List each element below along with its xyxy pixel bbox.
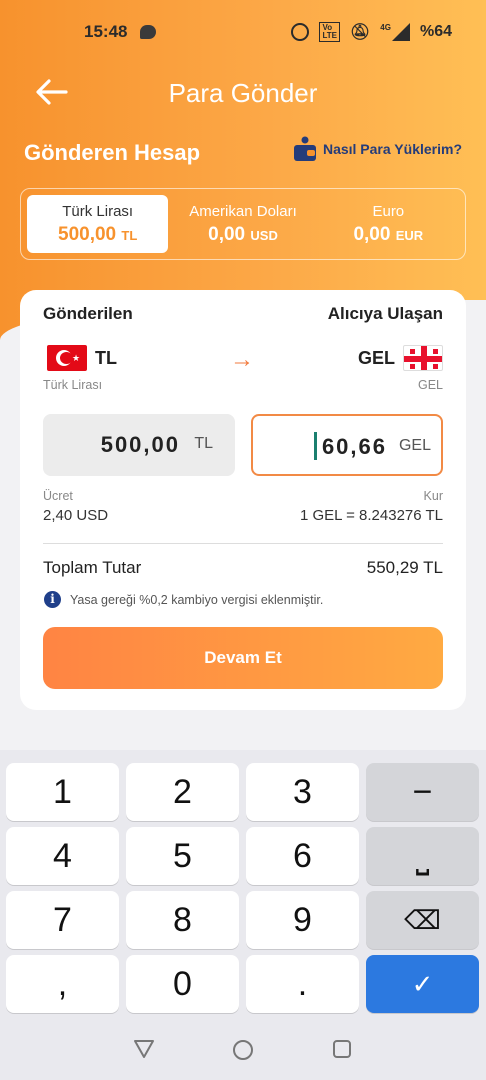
nav-recents-icon[interactable] xyxy=(332,1039,352,1059)
total-value: 550,29 TL xyxy=(366,558,443,577)
alarm-icon xyxy=(291,23,310,41)
to-currency-code: GEL xyxy=(357,348,395,368)
from-currency-code: TL xyxy=(95,348,117,368)
continue-button[interactable]: Devam Et xyxy=(43,627,443,689)
receive-amount-currency: GEL xyxy=(398,437,431,454)
status-icons: Vo LTE 🔕︎ 4G %64 xyxy=(291,22,452,42)
total-label: Toplam Tutar xyxy=(43,558,142,577)
system-nav-bar xyxy=(0,1015,486,1080)
info-icon: i xyxy=(44,591,61,608)
account-balance: 0,00 EUR xyxy=(353,224,424,245)
key-minus[interactable]: − xyxy=(366,763,479,821)
key-space[interactable]: ⎵ xyxy=(366,827,479,885)
account-balance: 0,00 USD xyxy=(208,224,278,245)
mute-icon: 🔕︎ xyxy=(349,24,371,41)
text-cursor xyxy=(314,432,317,460)
fee-label: Ücret xyxy=(43,489,73,503)
key-1[interactable]: 1 xyxy=(6,763,119,821)
arrow-right-icon: → xyxy=(230,346,254,373)
rate-value: 1 GEL = 8.243276 TL xyxy=(299,507,443,524)
account-name: Euro xyxy=(372,203,405,220)
key-comma[interactable]: , xyxy=(6,955,119,1013)
key-2[interactable]: 2 xyxy=(126,763,239,821)
account-selector: Türk Lirası 500,00 TL Amerikan Doları 0,… xyxy=(20,188,466,260)
network-label: 4G xyxy=(380,23,391,32)
key-0[interactable]: 0 xyxy=(126,955,239,1013)
sender-account-title: Gönderen Hesap xyxy=(24,140,201,165)
volte-icon: Vo LTE xyxy=(319,22,340,42)
battery-level: %64 xyxy=(419,23,452,40)
key-5[interactable]: 5 xyxy=(126,827,239,885)
nav-home-icon[interactable] xyxy=(232,1039,254,1061)
georgia-flag-icon xyxy=(403,345,443,371)
key-3[interactable]: 3 xyxy=(246,763,359,821)
key-8[interactable]: 8 xyxy=(126,891,239,949)
send-amount-field[interactable]: 500,00 TL xyxy=(43,414,235,476)
message-icon xyxy=(140,25,156,39)
divider xyxy=(43,543,443,544)
fee-value: 2,40 USD xyxy=(43,507,109,524)
to-currency-name: GEL xyxy=(417,378,443,392)
key-4[interactable]: 4 xyxy=(6,827,119,885)
account-balance: 500,00 TL xyxy=(58,224,138,245)
key-7[interactable]: 7 xyxy=(6,891,119,949)
turkey-flag-icon: ★ xyxy=(47,345,87,371)
key-6[interactable]: 6 xyxy=(246,827,359,885)
receive-amount-value: 60,66 xyxy=(321,434,387,459)
sent-label: Gönderilen xyxy=(43,304,133,323)
rate-label: Kur xyxy=(423,489,443,503)
nav-back-icon[interactable] xyxy=(133,1039,155,1059)
account-name: Amerikan Doları xyxy=(189,203,297,220)
status-time: 15:48 xyxy=(84,22,128,41)
account-name: Türk Lirası xyxy=(62,203,134,220)
account-eur[interactable]: Euro 0,00 EUR xyxy=(318,195,459,253)
numeric-keyboard: 1 2 3 − 4 5 6 ⎵ 7 8 9 ⌫ , 0 . ✓ xyxy=(0,750,486,1015)
receive-amount-field[interactable]: 60,66 GEL xyxy=(251,414,443,476)
key-done[interactable]: ✓ xyxy=(366,955,479,1013)
key-backspace[interactable]: ⌫ xyxy=(366,891,479,949)
key-period[interactable]: . xyxy=(246,955,359,1013)
account-try[interactable]: Türk Lirası 500,00 TL xyxy=(27,195,169,253)
page-title: Para Gönder xyxy=(168,78,318,108)
status-bar: 15:48 Vo LTE 🔕︎ 4G %64 xyxy=(0,0,486,64)
key-9[interactable]: 9 xyxy=(246,891,359,949)
wallet-help-icon xyxy=(293,136,317,162)
transfer-card: Gönderilen Alıcıya Ulaşan ★ TL → GEL Tür… xyxy=(20,290,466,710)
account-usd[interactable]: Amerikan Doları 0,00 USD xyxy=(172,195,313,253)
send-amount-currency: TL xyxy=(194,435,213,452)
signal-icon: 4G xyxy=(380,23,410,41)
from-currency-name: Türk Lirası xyxy=(43,378,103,392)
send-amount-value: 500,00 xyxy=(100,432,180,457)
how-to-load-money-link[interactable]: Nasıl Para Yüklerim? xyxy=(293,136,462,162)
received-label: Alıcıya Ulaşan xyxy=(327,304,443,323)
help-link-label: Nasıl Para Yüklerim? xyxy=(322,141,462,157)
tax-info-text: Yasa gereği %0,2 kambiyo vergisi eklenmi… xyxy=(70,593,324,607)
signal-bars-icon xyxy=(391,23,410,41)
